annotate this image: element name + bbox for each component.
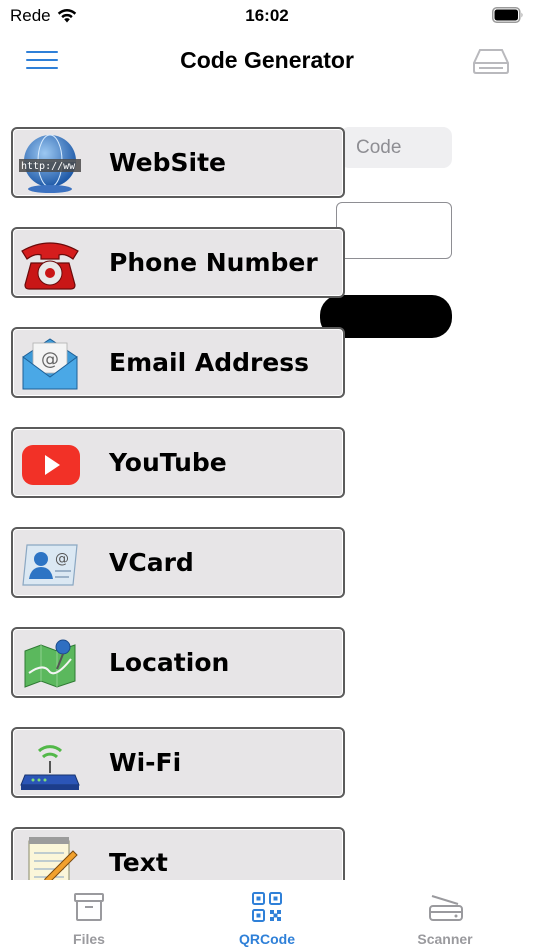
menu-item-label: Wi-Fi bbox=[109, 748, 182, 777]
menu-item-email-address[interactable]: @ Email Address bbox=[11, 327, 345, 398]
menu-item-vcard[interactable]: @ VCard bbox=[11, 527, 345, 598]
globe-www-icon: http://ww bbox=[19, 134, 81, 193]
archive-box-icon bbox=[74, 893, 104, 921]
content-input[interactable] bbox=[336, 202, 452, 259]
menu-item-youtube[interactable]: YouTube bbox=[11, 427, 345, 498]
svg-text:http://ww: http://ww bbox=[21, 161, 76, 172]
menu-item-label: WebSite bbox=[109, 148, 227, 177]
menu-item-location[interactable]: Location bbox=[11, 627, 345, 698]
wifi-router-icon bbox=[20, 745, 80, 790]
svg-text:@: @ bbox=[41, 349, 59, 370]
svg-text:@: @ bbox=[55, 551, 69, 567]
segment-label: Code bbox=[356, 137, 402, 158]
menu-item-phone-number[interactable]: Phone Number bbox=[11, 227, 345, 298]
youtube-play-icon bbox=[22, 445, 80, 485]
map-pin-icon bbox=[24, 639, 76, 688]
scanner-icon bbox=[429, 895, 463, 921]
menu-item-label: VCard bbox=[109, 548, 194, 577]
tab-scanner[interactable]: Scanner bbox=[356, 880, 534, 950]
battery-icon bbox=[492, 7, 523, 23]
qr-code-icon bbox=[252, 892, 282, 922]
status-bar: Rede 16:02 bbox=[0, 0, 534, 32]
red-telephone-icon bbox=[21, 242, 79, 290]
menu-item-label: Phone Number bbox=[109, 248, 318, 277]
tab-label: Files bbox=[73, 931, 105, 947]
page-title: Code Generator bbox=[180, 47, 354, 73]
tab-label: Scanner bbox=[417, 931, 473, 947]
menu-item-website[interactable]: http://ww WebSite bbox=[11, 127, 345, 198]
tab-qrcode[interactable]: QRCode bbox=[178, 880, 356, 950]
navigation-bar: Code Generator bbox=[0, 36, 534, 86]
contact-card-icon: @ bbox=[22, 544, 78, 586]
envelope-at-icon: @ bbox=[22, 338, 78, 390]
tab-files[interactable]: Files bbox=[0, 880, 178, 950]
menu-item-wi-fi[interactable]: Wi-Fi bbox=[11, 727, 345, 798]
menu-item-label: YouTube bbox=[109, 448, 227, 477]
menu-item-label: Location bbox=[109, 648, 230, 677]
tab-bar: Files QRCode Scanner bbox=[0, 880, 534, 950]
clock: 16:02 bbox=[245, 6, 289, 25]
menu-item-label: Email Address bbox=[109, 348, 310, 377]
drive-icon[interactable] bbox=[472, 46, 510, 76]
tab-label: QRCode bbox=[239, 931, 295, 947]
